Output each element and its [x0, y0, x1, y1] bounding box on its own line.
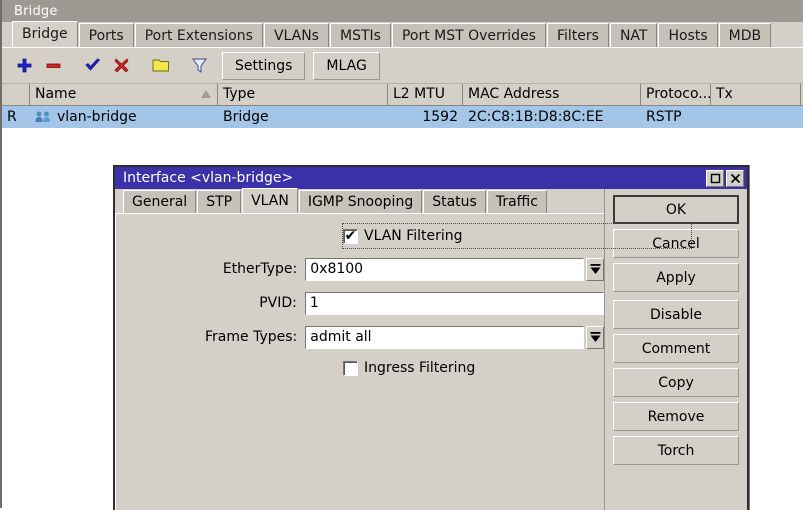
sort-ascending-icon: [201, 90, 211, 98]
main-tab-strip: Bridge Ports Port Extensions VLANs MSTIs…: [2, 21, 803, 48]
ingress-filtering-checkbox[interactable]: [343, 360, 358, 376]
column-header-flag[interactable]: [2, 84, 30, 105]
dialog-tab-stp[interactable]: STP: [197, 190, 242, 213]
column-header-mac-address[interactable]: MAC Address: [463, 84, 641, 105]
note-icon: [152, 59, 169, 72]
cell-flag: R: [7, 109, 17, 125]
dialog-tab-traffic[interactable]: Traffic: [486, 190, 547, 213]
ok-button[interactable]: OK: [613, 195, 739, 224]
tab-mdb[interactable]: MDB: [718, 23, 772, 47]
cross-icon: [114, 58, 129, 73]
disable-button[interactable]: Disable: [613, 300, 739, 329]
pvid-label: PVID:: [259, 295, 297, 311]
pvid-row: PVID:: [116, 288, 604, 318]
dialog-titlebar[interactable]: Interface <vlan-bridge>: [115, 167, 747, 189]
funnel-icon: [192, 58, 207, 73]
tab-nat[interactable]: NAT: [609, 23, 658, 47]
main-toolbar: Settings MLAG: [2, 48, 803, 84]
interface-dialog: Interface <vlan-bridge> General STP VLAN…: [113, 165, 749, 510]
cell-name-text: vlan-bridge: [57, 109, 137, 125]
comment-button[interactable]: [146, 52, 175, 79]
column-header-l2-mtu[interactable]: L2 MTU: [388, 84, 463, 105]
maximize-button[interactable]: [706, 169, 724, 187]
check-icon: [84, 58, 100, 71]
table-row[interactable]: R vlan-bridge Bridge 1592 2C:C8:1B:D8:8C…: [2, 106, 803, 128]
add-button[interactable]: [10, 52, 39, 79]
tab-port-extensions[interactable]: Port Extensions: [134, 23, 263, 47]
column-header-tx[interactable]: Tx: [711, 84, 801, 105]
dialog-title: Interface <vlan-bridge>: [123, 170, 294, 186]
maximize-icon: [710, 173, 720, 183]
close-icon: [730, 173, 740, 183]
disable-button[interactable]: [107, 52, 136, 79]
tab-filters[interactable]: Filters: [546, 23, 609, 47]
bridge-table: Name Type L2 MTU MAC Address Protoco... …: [2, 84, 803, 128]
remove-button[interactable]: Remove: [613, 402, 739, 431]
cell-protocol: RSTP: [646, 109, 682, 125]
settings-button[interactable]: Settings: [222, 51, 306, 80]
tab-port-mst-overrides[interactable]: Port MST Overrides: [391, 23, 546, 47]
comment-button[interactable]: Comment: [613, 334, 739, 363]
tab-ports[interactable]: Ports: [78, 23, 134, 47]
tab-mstis[interactable]: MSTIs: [329, 23, 391, 47]
frame-types-row: Frame Types:: [116, 322, 604, 352]
main-window-titlebar: Bridge: [2, 0, 803, 22]
dialog-tab-vlan[interactable]: VLAN: [242, 188, 298, 213]
plus-icon: [17, 58, 32, 73]
torch-button[interactable]: Torch: [613, 436, 739, 465]
vlan-filtering-label: VLAN Filtering: [364, 228, 463, 244]
filter-button[interactable]: [185, 52, 214, 79]
chevron-down-icon: [590, 263, 601, 274]
tab-vlans[interactable]: VLANs: [263, 23, 329, 47]
column-header-protocol[interactable]: Protoco...: [641, 84, 711, 105]
close-button[interactable]: [726, 169, 744, 187]
dialog-content-area: General STP VLAN IGMP Snooping Status Tr…: [115, 188, 692, 510]
pvid-input[interactable]: [304, 291, 604, 315]
ethertype-row: EtherType:: [116, 254, 604, 284]
cell-mac-address: 2C:C8:1B:D8:8C:EE: [468, 109, 604, 125]
cell-l2-mtu: 1592: [422, 109, 458, 125]
vlan-filtering-row[interactable]: ✔ VLAN Filtering: [342, 223, 692, 249]
dialog-tab-status[interactable]: Status: [423, 190, 486, 213]
chevron-down-icon: [590, 331, 601, 342]
tab-hosts[interactable]: Hosts: [658, 23, 718, 47]
main-window-title: Bridge: [14, 3, 58, 19]
frame-types-label: Frame Types:: [205, 329, 298, 345]
dialog-tab-strip: General STP VLAN IGMP Snooping Status Tr…: [115, 188, 604, 214]
vlan-filtering-checkbox[interactable]: ✔: [343, 228, 358, 244]
mlag-button[interactable]: MLAG: [313, 51, 380, 80]
dialog-tab-igmp-snooping[interactable]: IGMP Snooping: [298, 190, 423, 213]
vlan-tab-panel: ✔ VLAN Filtering EtherType: PVID: [115, 214, 692, 510]
copy-button[interactable]: Copy: [613, 368, 739, 397]
frame-types-dropdown-button[interactable]: [586, 325, 604, 349]
checkmark-icon: ✔: [344, 228, 357, 244]
enable-button[interactable]: [78, 52, 107, 79]
ethertype-input[interactable]: [305, 257, 585, 281]
ethertype-label: EtherType:: [222, 261, 298, 277]
ingress-filtering-row[interactable]: Ingress Filtering: [343, 356, 604, 380]
tab-bridge[interactable]: Bridge: [12, 21, 78, 47]
ingress-filtering-label: Ingress Filtering: [364, 360, 476, 376]
apply-button[interactable]: Apply: [613, 263, 739, 292]
column-header-name[interactable]: Name: [30, 84, 218, 105]
cell-type: Bridge: [223, 109, 269, 125]
remove-button[interactable]: [39, 52, 68, 79]
column-header-type[interactable]: Type: [218, 84, 388, 105]
table-header-row: Name Type L2 MTU MAC Address Protoco... …: [2, 84, 803, 106]
minus-icon: [46, 63, 61, 68]
bridge-icon: [35, 111, 50, 122]
dialog-body: General STP VLAN IGMP Snooping Status Tr…: [115, 188, 747, 510]
column-header-name-label: Name: [35, 86, 77, 102]
dialog-tab-general[interactable]: General: [123, 190, 197, 213]
ethertype-dropdown-button[interactable]: [586, 257, 604, 281]
frame-types-input[interactable]: [305, 325, 585, 349]
cell-tx: [711, 106, 801, 128]
cell-name: vlan-bridge: [30, 106, 218, 128]
